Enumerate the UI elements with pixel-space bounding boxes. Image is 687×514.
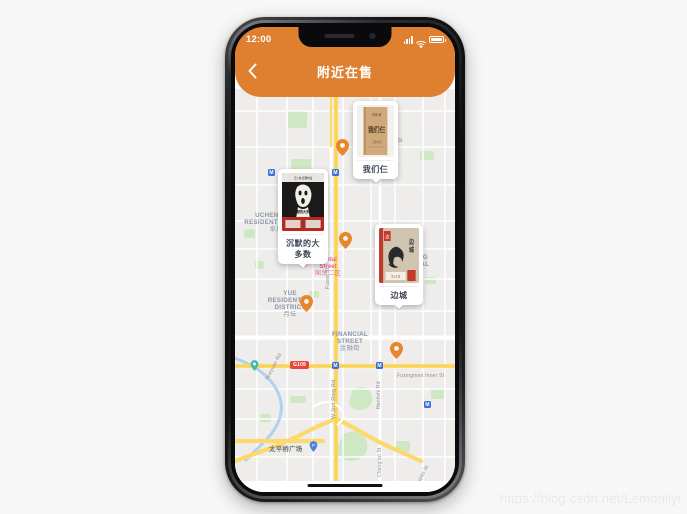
device-notch bbox=[298, 27, 392, 47]
card-pointer-tail bbox=[395, 305, 403, 309]
poi-marker-icon[interactable] bbox=[250, 360, 259, 371]
signal-icon bbox=[403, 36, 413, 44]
svg-text:三联书店: 三联书店 bbox=[372, 140, 382, 144]
metro-station-marker[interactable]: M bbox=[424, 401, 431, 408]
wifi-icon bbox=[416, 36, 426, 48]
listing-card[interactable]: 杨绛 著 我们仨 三联书店 我们仨 bbox=[353, 101, 398, 183]
parking-marker-icon[interactable]: P bbox=[309, 441, 318, 452]
svg-text:P: P bbox=[312, 443, 315, 448]
listing-card[interactable]: 王小波 经典作品 沉默的大多数 沉默的大多数 bbox=[278, 169, 328, 268]
metro-station-marker[interactable]: M bbox=[332, 362, 339, 369]
earpiece-speaker bbox=[324, 34, 355, 38]
map-canvas[interactable]: UCHENGMENWAI RESIDENTIAL DISTRICT 阜成门外 Y… bbox=[235, 89, 455, 481]
map-pin-marker[interactable] bbox=[339, 232, 352, 249]
metro-station-marker[interactable]: M bbox=[332, 169, 339, 176]
phone-device-frame: UCHENGMENWAI RESIDENTIAL DISTRICT 阜成门外 Y… bbox=[225, 17, 465, 502]
listing-cover-image: 边 边 城 沈从文 著 bbox=[379, 228, 419, 283]
book-cover-wemen-san: 杨绛 著 我们仨 三联书店 bbox=[357, 105, 394, 157]
svg-text:沈从文 著: 沈从文 著 bbox=[391, 274, 401, 278]
listing-title: 沉默的大多数 bbox=[282, 234, 324, 264]
blog-watermark: https://blog.csdn.net/Lemonliyi bbox=[499, 491, 681, 506]
listing-title: 边城 bbox=[379, 286, 419, 305]
front-camera bbox=[369, 33, 376, 39]
svg-text:杨绛 著: 杨绛 著 bbox=[372, 112, 381, 117]
svg-text:城: 城 bbox=[409, 245, 414, 254]
card-pointer-tail bbox=[299, 264, 307, 268]
navigation-bar: 附近在售 bbox=[235, 53, 455, 89]
page-title: 附近在售 bbox=[316, 64, 373, 80]
map-pin-marker[interactable] bbox=[336, 139, 349, 156]
book-cover-border-town: 边 边 城 沈从文 著 bbox=[379, 228, 419, 283]
listing-card[interactable]: 边 边 城 沈从文 著 边城 bbox=[375, 224, 423, 309]
highway-shield-g109: G109 bbox=[290, 361, 310, 369]
book-cover-silent-majority: 王小波 经典作品 沉默的大多数 bbox=[282, 173, 324, 231]
status-time: 12:00 bbox=[246, 34, 272, 45]
card-pointer-tail bbox=[371, 179, 380, 183]
svg-text:边: 边 bbox=[385, 233, 390, 241]
back-button[interactable] bbox=[235, 54, 269, 88]
phone-screen: UCHENGMENWAI RESIDENTIAL DISTRICT 阜成门外 Y… bbox=[235, 27, 455, 492]
home-indicator-area bbox=[235, 481, 455, 492]
map-pin-marker[interactable] bbox=[300, 295, 313, 312]
listing-cover-image: 王小波 经典作品 沉默的大多数 bbox=[282, 173, 324, 231]
map-pin-marker[interactable] bbox=[390, 342, 403, 359]
chevron-left-icon bbox=[248, 63, 256, 79]
battery-icon bbox=[429, 35, 446, 44]
home-indicator-bar[interactable] bbox=[307, 483, 383, 487]
metro-station-marker[interactable]: M bbox=[268, 169, 275, 176]
metro-station-marker[interactable]: M bbox=[376, 362, 383, 369]
svg-text:王小波 经典作品: 王小波 经典作品 bbox=[294, 176, 313, 180]
svg-text:边: 边 bbox=[408, 237, 414, 246]
svg-text:沉默的大多数: 沉默的大多数 bbox=[294, 209, 313, 214]
listing-cover-image: 杨绛 著 我们仨 三联书店 bbox=[357, 105, 394, 157]
listing-title: 我们仨 bbox=[357, 160, 394, 179]
screenshot-root: UCHENGMENWAI RESIDENTIAL DISTRICT 阜成门外 Y… bbox=[0, 0, 687, 514]
status-indicators bbox=[403, 35, 446, 48]
svg-text:我们仨: 我们仨 bbox=[368, 124, 386, 134]
